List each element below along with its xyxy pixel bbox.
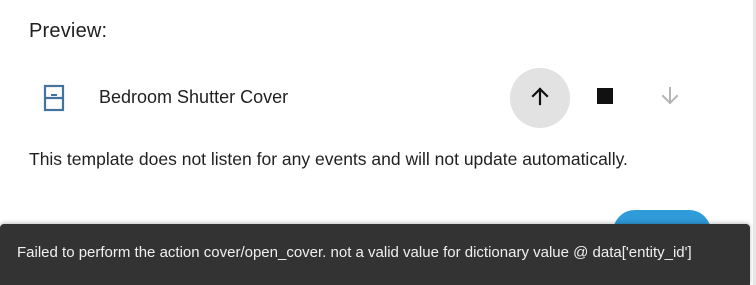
open-cover-button[interactable]: [510, 68, 570, 128]
arrow-up-icon: [528, 84, 552, 113]
preview-heading: Preview:: [29, 20, 108, 42]
toast-message: Failed to perform the action cover/open_…: [17, 244, 692, 261]
stop-icon: [596, 87, 614, 110]
template-notice-text: This template does not listen for any ev…: [29, 149, 628, 169]
arrow-down-icon: [658, 84, 682, 113]
stop-cover-button[interactable]: [575, 68, 635, 128]
entity-row: Bedroom Shutter Cover: [0, 68, 756, 128]
error-toast: Failed to perform the action cover/open_…: [0, 224, 750, 285]
window-shutter-icon: [41, 84, 67, 112]
template-preview-page: Preview: Bedroom Shutter Cover This temp…: [0, 0, 756, 285]
close-cover-button[interactable]: [640, 68, 700, 128]
entity-name[interactable]: Bedroom Shutter Cover: [99, 87, 288, 108]
